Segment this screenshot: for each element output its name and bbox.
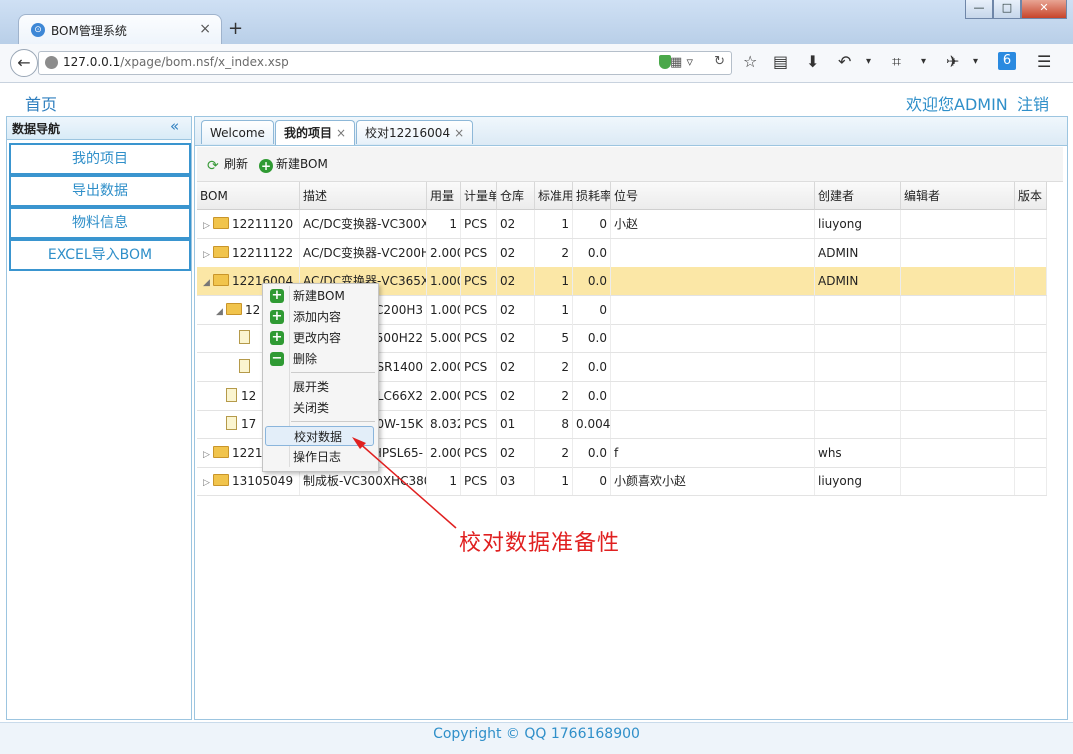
copyright-text: Copyright © QQ 1766168900: [433, 726, 640, 742]
annotation-arrow: [352, 437, 457, 529]
annotation-arrow-line: [356, 440, 457, 529]
annotation-text: 校对数据准备性: [459, 531, 621, 556]
